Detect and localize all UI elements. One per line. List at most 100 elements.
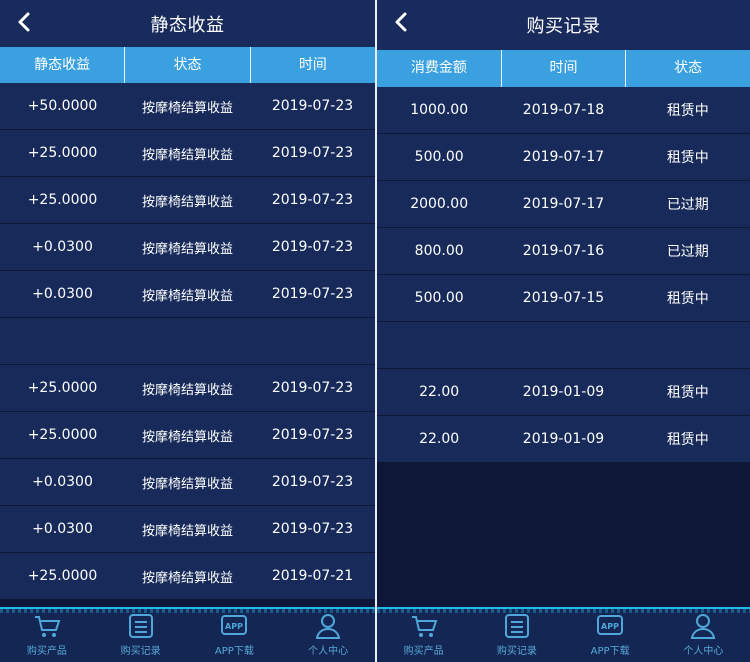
app-icon: APP	[597, 615, 624, 635]
table-row: 2000.00 2019-07-17 已过期	[377, 181, 750, 228]
purchase-table-header: 消费金额 时间 状态	[377, 50, 750, 87]
table-row: +0.0300 按摩椅结算收益 2019-07-23	[0, 506, 375, 553]
tab-label: APP下载	[214, 646, 254, 657]
table-row: +25.0000 按摩椅结算收益 2019-07-23	[0, 177, 375, 224]
status-cell: 已过期	[666, 244, 709, 260]
amount-cell: 500.00	[414, 290, 464, 306]
purchase-panel: 购买记录 消费金额 时间 状态 1000.00 2019-07-18 租赁中 500.…	[377, 0, 750, 662]
cart-icon	[34, 616, 61, 637]
table-row	[377, 322, 750, 369]
income-table-header: 静态收益 状态 时间	[0, 47, 375, 83]
time-cell: 2019-07-16	[522, 243, 605, 259]
time-cell: 2019-07-23	[271, 427, 354, 443]
status-cell: 按摩椅结算收益	[141, 570, 233, 586]
table-row: +0.0300 按摩椅结算收益 2019-07-23	[0, 459, 375, 506]
amount-cell: 1000.00	[410, 102, 469, 118]
bottom-tab-bar: 购买产品 购买记录 APP APP下载 个人中心	[0, 607, 375, 662]
status-cell: 按摩椅结算收益	[141, 429, 233, 445]
table-row: +25.0000 按摩椅结算收益 2019-07-23	[0, 412, 375, 459]
column-header-amount: 消费金额	[377, 50, 502, 87]
status-cell: 按摩椅结算收益	[141, 288, 233, 304]
income-cell: +25.0000	[27, 192, 98, 208]
bottom-tab-bar: 购买产品 购买记录 APP APP下载 个人中心	[377, 607, 750, 662]
tab-list[interactable]: 购买记录	[470, 609, 563, 662]
svg-text:APP: APP	[225, 622, 243, 631]
tab-user[interactable]: 个人中心	[281, 609, 375, 662]
income-table-body: +50.0000 按摩椅结算收益 2019-07-23 +25.0000 按摩椅结算收益…	[0, 83, 375, 600]
income-cell: +50.0000	[27, 98, 98, 114]
time-cell: 2019-07-23	[271, 380, 354, 396]
tab-label: APP下载	[590, 646, 630, 657]
time-cell: 2019-07-23	[271, 98, 354, 114]
status-cell: 按摩椅结算收益	[141, 100, 233, 116]
status-cell: 按摩椅结算收益	[141, 241, 233, 257]
time-cell: 2019-07-15	[522, 290, 605, 306]
amount-cell: 22.00	[419, 431, 460, 447]
table-row: 1000.00 2019-07-18 租赁中	[377, 87, 750, 134]
income-cell: +25.0000	[27, 568, 98, 584]
purchase-header: 购买记录	[377, 0, 750, 50]
amount-cell: 22.00	[419, 384, 460, 400]
status-cell: 租赁中	[666, 103, 709, 119]
app-icon: APP	[221, 615, 248, 635]
time-cell: 2019-07-23	[271, 239, 354, 255]
list-icon	[504, 614, 529, 638]
status-cell: 按摩椅结算收益	[141, 382, 233, 398]
time-cell: 2019-07-23	[271, 286, 354, 302]
column-header-time: 时间	[502, 50, 627, 87]
column-header-status: 状态	[674, 60, 703, 76]
income-cell: +0.0300	[32, 239, 93, 255]
tab-label: 个人中心	[308, 646, 349, 657]
status-cell: 租赁中	[666, 385, 709, 401]
user-icon	[691, 614, 716, 639]
column-header-time: 时间	[298, 57, 327, 73]
tab-cart[interactable]: 购买产品	[377, 609, 470, 662]
status-cell: 已过期	[666, 197, 709, 213]
table-row: +50.0000 按摩椅结算收益 2019-07-23	[0, 83, 375, 130]
income-header: 静态收益	[0, 0, 375, 47]
table-row: 500.00 2019-07-17 租赁中	[377, 134, 750, 181]
status-cell: 租赁中	[666, 150, 709, 166]
income-cell: +25.0000	[27, 380, 98, 396]
income-cell: +0.0300	[32, 474, 93, 490]
back-arrow-icon[interactable]	[391, 10, 411, 34]
income-cell: +0.0300	[32, 521, 93, 537]
table-row: 22.00 2019-01-09 租赁中	[377, 369, 750, 416]
time-cell: 2019-07-23	[271, 192, 354, 208]
time-cell: 2019-07-23	[271, 474, 354, 490]
table-row: +25.0000 按摩椅结算收益 2019-07-21	[0, 553, 375, 600]
income-cell: +25.0000	[27, 427, 98, 443]
tab-label: 购买产品	[403, 646, 444, 657]
tab-label: 购买产品	[26, 646, 67, 657]
amount-cell: 500.00	[414, 149, 464, 165]
status-cell: 按摩椅结算收益	[141, 523, 233, 539]
time-cell: 2019-01-09	[522, 384, 605, 400]
tab-user[interactable]: 个人中心	[657, 609, 750, 662]
back-arrow-icon[interactable]	[14, 10, 34, 34]
column-header-status: 状态	[125, 47, 251, 83]
page-title: 静态收益	[150, 14, 225, 36]
tab-app[interactable]: APP APP下载	[564, 609, 657, 662]
tab-label: 购买记录	[120, 646, 161, 657]
page-title: 购买记录	[526, 16, 601, 37]
table-row: +0.0300 按摩椅结算收益 2019-07-23	[0, 224, 375, 271]
column-header-income: 静态收益	[0, 47, 126, 83]
cart-icon	[411, 616, 438, 637]
tab-cart[interactable]: 购买产品	[0, 609, 94, 662]
time-cell: 2019-07-17	[522, 196, 605, 212]
table-row: +25.0000 按摩椅结算收益 2019-07-23	[0, 130, 375, 177]
list-icon	[128, 614, 153, 638]
table-row: 500.00 2019-07-15 租赁中	[377, 275, 750, 322]
tab-label: 购买记录	[496, 646, 537, 657]
tab-app[interactable]: APP APP下载	[188, 609, 282, 662]
table-row: 800.00 2019-07-16 已过期	[377, 228, 750, 275]
status-cell: 租赁中	[666, 432, 709, 448]
time-cell: 2019-01-09	[522, 431, 605, 447]
time-cell: 2019-07-17	[522, 149, 605, 165]
tab-list[interactable]: 购买记录	[94, 609, 188, 662]
table-row: +0.0300 按摩椅结算收益 2019-07-23	[0, 271, 375, 318]
amount-cell: 2000.00	[410, 196, 469, 212]
time-cell: 2019-07-18	[522, 102, 605, 118]
income-cell: +0.0300	[32, 286, 93, 302]
user-icon	[315, 614, 341, 639]
